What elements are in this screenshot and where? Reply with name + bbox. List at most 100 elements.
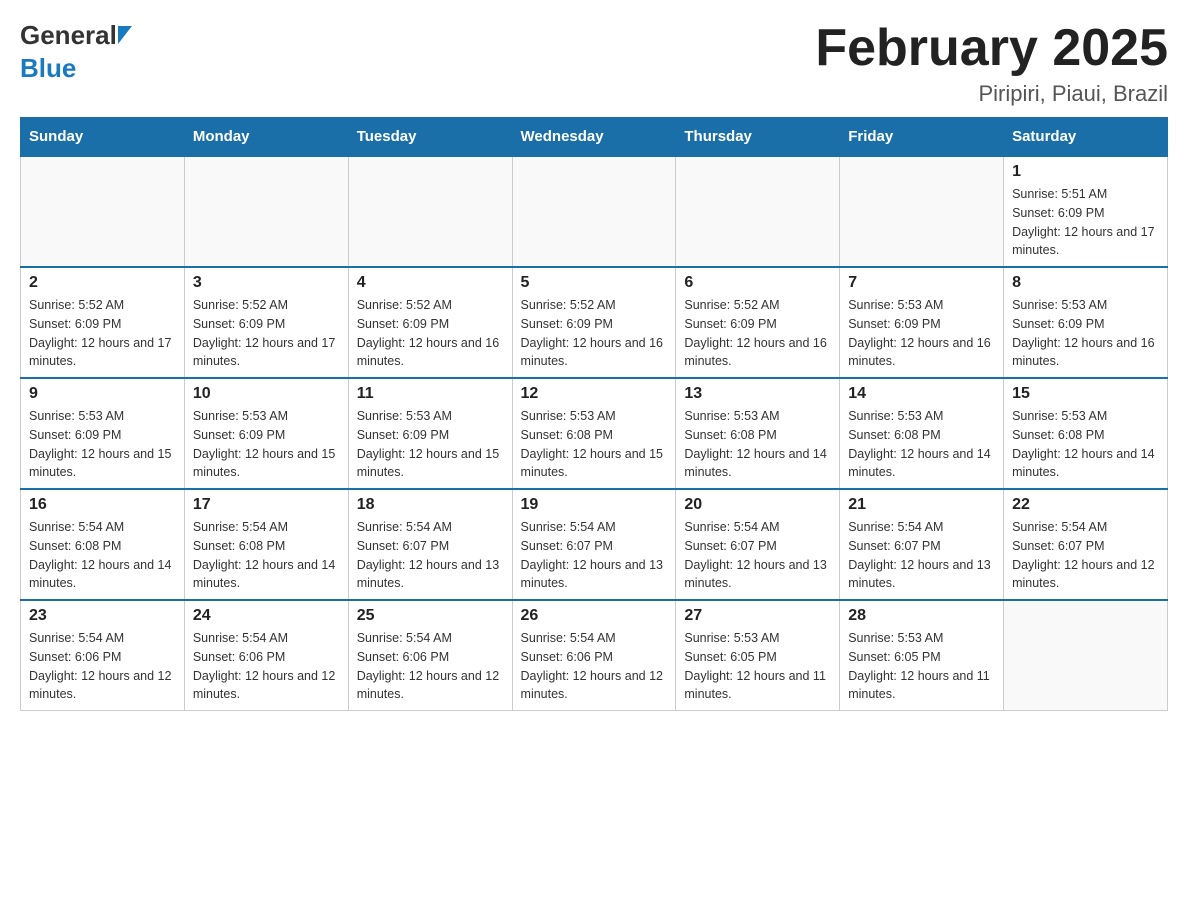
logo: General Blue	[20, 20, 132, 84]
column-header-tuesday: Tuesday	[348, 118, 512, 157]
day-info: Sunrise: 5:53 AMSunset: 6:09 PMDaylight:…	[193, 407, 340, 482]
day-number: 24	[193, 607, 340, 625]
calendar-header-row: SundayMondayTuesdayWednesdayThursdayFrid…	[21, 118, 1168, 157]
logo-general-text: General	[20, 20, 117, 51]
day-info: Sunrise: 5:53 AMSunset: 6:08 PMDaylight:…	[521, 407, 668, 482]
calendar-cell: 22 Sunrise: 5:54 AMSunset: 6:07 PMDayligh…	[1004, 489, 1168, 600]
calendar-cell	[512, 156, 676, 267]
day-info: Sunrise: 5:54 AMSunset: 6:06 PMDaylight:…	[357, 629, 504, 704]
calendar-cell: 8 Sunrise: 5:53 AMSunset: 6:09 PMDaylight…	[1004, 267, 1168, 378]
calendar-cell: 26Sunrise: 5:54 AMSunset: 6:06 PMDayligh…	[512, 600, 676, 711]
day-info: Sunrise: 5:53 AMSunset: 6:05 PMDaylight:…	[684, 629, 831, 704]
day-info: Sunrise: 5:54 AMSunset: 6:07 PMDaylight:…	[848, 518, 995, 593]
column-header-monday: Monday	[184, 118, 348, 157]
day-number: 12	[521, 385, 668, 403]
day-number: 19	[521, 496, 668, 514]
day-info: Sunrise: 5:54 AMSunset: 6:07 PMDaylight:…	[521, 518, 668, 593]
calendar-cell	[1004, 600, 1168, 711]
calendar-cell: 21 Sunrise: 5:54 AMSunset: 6:07 PMDayligh…	[840, 489, 1004, 600]
calendar-cell: 4 Sunrise: 5:52 AMSunset: 6:09 PMDaylight…	[348, 267, 512, 378]
day-number: 21	[848, 496, 995, 514]
calendar-cell	[21, 156, 185, 267]
day-info: Sunrise: 5:53 AMSunset: 6:09 PMDaylight:…	[357, 407, 504, 482]
day-info: Sunrise: 5:54 AMSunset: 6:06 PMDaylight:…	[521, 629, 668, 704]
calendar-week-row: 23 Sunrise: 5:54 AMSunset: 6:06 PMDayligh…	[21, 600, 1168, 711]
day-number: 27	[684, 607, 831, 625]
day-info: Sunrise: 5:54 AMSunset: 6:07 PMDaylight:…	[684, 518, 831, 593]
day-info: Sunrise: 5:54 AMSunset: 6:07 PMDaylight:…	[357, 518, 504, 593]
day-info: Sunrise: 5:52 AMSunset: 6:09 PMDaylight:…	[521, 296, 668, 371]
logo-flag-icon	[118, 26, 132, 44]
day-info: Sunrise: 5:54 AMSunset: 6:06 PMDaylight:…	[193, 629, 340, 704]
calendar-cell: 19 Sunrise: 5:54 AMSunset: 6:07 PMDayligh…	[512, 489, 676, 600]
calendar-cell: 10 Sunrise: 5:53 AMSunset: 6:09 PMDayligh…	[184, 378, 348, 489]
calendar-cell: 5 Sunrise: 5:52 AMSunset: 6:09 PMDaylight…	[512, 267, 676, 378]
day-number: 10	[193, 385, 340, 403]
calendar-cell: 3Sunrise: 5:52 AMSunset: 6:09 PMDaylight…	[184, 267, 348, 378]
calendar-cell: 27 Sunrise: 5:53 AMSunset: 6:05 PMDayligh…	[676, 600, 840, 711]
day-number: 20	[684, 496, 831, 514]
day-info: Sunrise: 5:52 AMSunset: 6:09 PMDaylight:…	[357, 296, 504, 371]
day-number: 11	[357, 385, 504, 403]
day-info: Sunrise: 5:54 AMSunset: 6:08 PMDaylight:…	[29, 518, 176, 593]
calendar-cell: 6 Sunrise: 5:52 AMSunset: 6:09 PMDaylight…	[676, 267, 840, 378]
calendar-cell: 20 Sunrise: 5:54 AMSunset: 6:07 PMDayligh…	[676, 489, 840, 600]
day-info: Sunrise: 5:53 AMSunset: 6:05 PMDaylight:…	[848, 629, 995, 704]
day-number: 25	[357, 607, 504, 625]
calendar-cell	[676, 156, 840, 267]
column-header-friday: Friday	[840, 118, 1004, 157]
calendar-cell: 12 Sunrise: 5:53 AMSunset: 6:08 PMDayligh…	[512, 378, 676, 489]
calendar-cell	[840, 156, 1004, 267]
day-info: Sunrise: 5:53 AMSunset: 6:08 PMDaylight:…	[1012, 407, 1159, 482]
calendar-cell: 16Sunrise: 5:54 AMSunset: 6:08 PMDayligh…	[21, 489, 185, 600]
calendar-cell: 25 Sunrise: 5:54 AMSunset: 6:06 PMDayligh…	[348, 600, 512, 711]
day-number: 14	[848, 385, 995, 403]
day-number: 1	[1012, 163, 1159, 181]
day-info: Sunrise: 5:53 AMSunset: 6:09 PMDaylight:…	[29, 407, 176, 482]
calendar-cell: 7Sunrise: 5:53 AMSunset: 6:09 PMDaylight…	[840, 267, 1004, 378]
calendar-cell: 17 Sunrise: 5:54 AMSunset: 6:08 PMDayligh…	[184, 489, 348, 600]
calendar-cell: 14Sunrise: 5:53 AMSunset: 6:08 PMDayligh…	[840, 378, 1004, 489]
calendar-cell: 24 Sunrise: 5:54 AMSunset: 6:06 PMDayligh…	[184, 600, 348, 711]
column-header-thursday: Thursday	[676, 118, 840, 157]
day-info: Sunrise: 5:54 AMSunset: 6:06 PMDaylight:…	[29, 629, 176, 704]
calendar-week-row: 2 Sunrise: 5:52 AMSunset: 6:09 PMDaylight…	[21, 267, 1168, 378]
day-number: 15	[1012, 385, 1159, 403]
calendar-table: SundayMondayTuesdayWednesdayThursdayFrid…	[20, 117, 1168, 711]
month-title: February 2025	[815, 20, 1168, 77]
calendar-cell: 23 Sunrise: 5:54 AMSunset: 6:06 PMDayligh…	[21, 600, 185, 711]
day-number: 2	[29, 274, 176, 292]
calendar-cell: 9Sunrise: 5:53 AMSunset: 6:09 PMDaylight…	[21, 378, 185, 489]
day-number: 13	[684, 385, 831, 403]
day-number: 5	[521, 274, 668, 292]
title-area: February 2025 Piripiri, Piaui, Brazil	[815, 20, 1168, 107]
page-header: General Blue February 2025 Piripiri, Pia…	[20, 20, 1168, 107]
calendar-cell: 15 Sunrise: 5:53 AMSunset: 6:08 PMDayligh…	[1004, 378, 1168, 489]
day-info: Sunrise: 5:54 AMSunset: 6:08 PMDaylight:…	[193, 518, 340, 593]
logo-blue-text: Blue	[20, 53, 76, 84]
column-header-wednesday: Wednesday	[512, 118, 676, 157]
day-info: Sunrise: 5:53 AMSunset: 6:08 PMDaylight:…	[684, 407, 831, 482]
day-number: 8	[1012, 274, 1159, 292]
calendar-cell: 13 Sunrise: 5:53 AMSunset: 6:08 PMDayligh…	[676, 378, 840, 489]
day-info: Sunrise: 5:53 AMSunset: 6:09 PMDaylight:…	[1012, 296, 1159, 371]
day-number: 17	[193, 496, 340, 514]
day-number: 3	[193, 274, 340, 292]
calendar-cell: 2 Sunrise: 5:52 AMSunset: 6:09 PMDaylight…	[21, 267, 185, 378]
day-info: Sunrise: 5:51 AMSunset: 6:09 PMDaylight:…	[1012, 185, 1159, 260]
day-number: 6	[684, 274, 831, 292]
day-number: 22	[1012, 496, 1159, 514]
day-number: 28	[848, 607, 995, 625]
column-header-saturday: Saturday	[1004, 118, 1168, 157]
day-number: 23	[29, 607, 176, 625]
calendar-cell: 1 Sunrise: 5:51 AMSunset: 6:09 PMDaylight…	[1004, 156, 1168, 267]
calendar-week-row: 9Sunrise: 5:53 AMSunset: 6:09 PMDaylight…	[21, 378, 1168, 489]
day-number: 18	[357, 496, 504, 514]
day-info: Sunrise: 5:52 AMSunset: 6:09 PMDaylight:…	[29, 296, 176, 371]
day-info: Sunrise: 5:53 AMSunset: 6:09 PMDaylight:…	[848, 296, 995, 371]
day-number: 4	[357, 274, 504, 292]
calendar-cell	[184, 156, 348, 267]
day-info: Sunrise: 5:52 AMSunset: 6:09 PMDaylight:…	[684, 296, 831, 371]
day-info: Sunrise: 5:54 AMSunset: 6:07 PMDaylight:…	[1012, 518, 1159, 593]
calendar-cell	[348, 156, 512, 267]
